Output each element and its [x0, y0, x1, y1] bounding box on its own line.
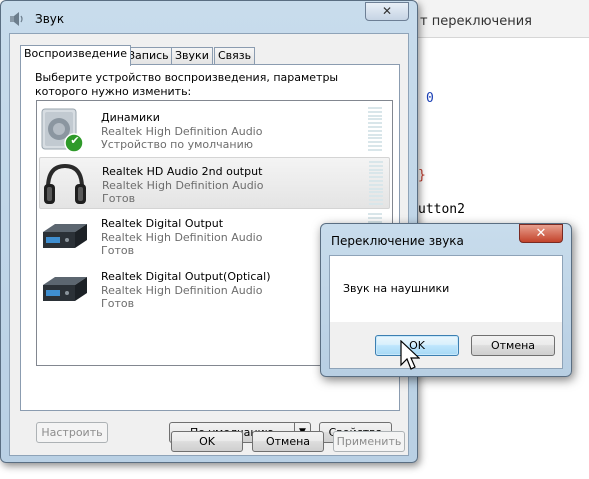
dialog-cancel-button[interactable]: Отмена [471, 335, 555, 356]
level-meter [368, 107, 382, 151]
device-driver: Realtek High Definition Audio [101, 125, 263, 138]
device-name: Realtek HD Audio 2nd output [102, 165, 263, 178]
device-name: Realtek Digital Output [101, 217, 224, 230]
dialog-body: Звук на наушники OK Отмена [329, 255, 563, 369]
tab-playback[interactable]: Воспроизведение [20, 45, 131, 66]
headphones-icon [44, 163, 86, 204]
tab-sounds[interactable]: Звуки [171, 47, 213, 65]
switch-sound-dialog: Переключение звука ✕ Звук на наушники OK… [320, 223, 572, 377]
background-editor-title: т переключения [420, 14, 533, 29]
mouse-cursor-icon [400, 340, 420, 370]
tab-communications[interactable]: Связь [214, 47, 256, 65]
instruction-text: Выберите устройство воспроизведения, пар… [35, 71, 339, 98]
tab-recording[interactable]: Запись [124, 47, 173, 65]
dialog-message-area: Звук на наушники [330, 256, 562, 322]
default-check-icon: ✔ [70, 134, 80, 147]
dialog-close-button[interactable]: ✕ [519, 224, 563, 243]
device-name: Динамики [101, 111, 160, 124]
code-fragment: } [418, 168, 426, 183]
device-status: Готов [101, 244, 135, 257]
ok-button[interactable]: OK [171, 431, 243, 452]
digital-output-icon [43, 224, 87, 248]
configure-button[interactable]: Настроить [36, 422, 108, 443]
close-button[interactable]: ✕ [365, 2, 409, 21]
device-item-speakers[interactable]: ✔ Динамики Realtek High Definition Audio… [39, 104, 390, 156]
digital-output-icon [43, 277, 87, 301]
device-driver: Realtek High Definition Audio [101, 231, 263, 244]
code-fragment: utton2 [418, 202, 465, 217]
speaker-icon [10, 12, 23, 26]
dialog-message: Звук на наушники [343, 282, 450, 295]
code-fragment: 0 [426, 91, 434, 106]
speaker-icon [41, 108, 84, 153]
device-status: Готов [101, 297, 135, 310]
device-driver: Realtek High Definition Audio [102, 179, 264, 192]
apply-button[interactable]: Применить [333, 431, 405, 452]
device-item-hd-audio-2nd-output[interactable]: Realtek HD Audio 2nd output Realtek High… [39, 157, 390, 209]
device-status: Устройство по умолчанию [101, 138, 254, 151]
level-meter [369, 161, 383, 205]
dialog-title: Переключение звука [331, 234, 464, 248]
device-name: Realtek Digital Output(Optical) [101, 270, 271, 283]
device-driver: Realtek High Definition Audio [101, 284, 263, 297]
window-title: Звук [35, 12, 65, 26]
device-status: Готов [102, 192, 136, 205]
cancel-button[interactable]: Отмена [252, 431, 324, 452]
